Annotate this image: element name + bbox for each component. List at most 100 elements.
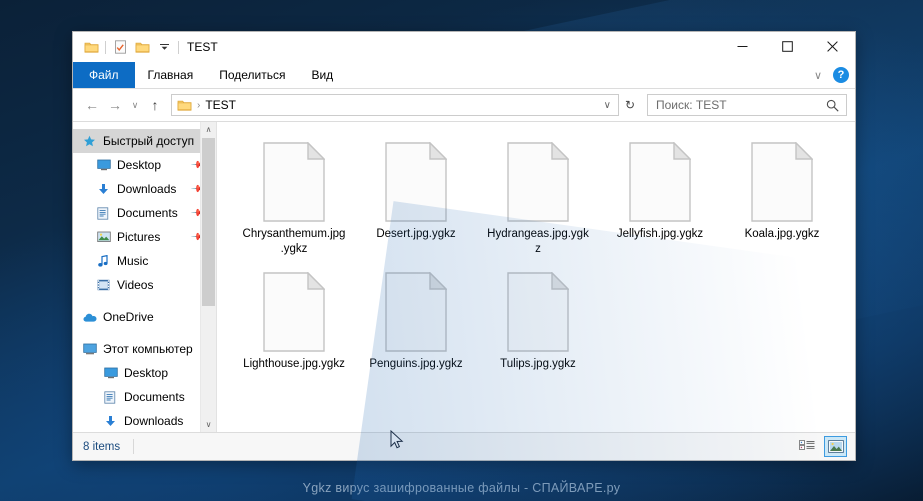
status-bar: 8 items: [73, 432, 855, 460]
refresh-icon[interactable]: ↻: [620, 94, 640, 116]
music-icon: [97, 254, 114, 268]
search-input[interactable]: Поиск: TEST: [648, 98, 826, 112]
up-button[interactable]: ↑: [144, 94, 166, 116]
sidebar-item-label: Desktop: [117, 158, 162, 172]
quick-access-toolbar: [73, 36, 182, 58]
sidebar-item-pc-desktop[interactable]: Desktop: [73, 361, 216, 385]
blank-file-icon: [385, 271, 448, 352]
sidebar-item-music[interactable]: Music: [73, 249, 216, 273]
file-name: Penguins.jpg.ygkz: [369, 358, 463, 370]
tab-view[interactable]: Вид: [298, 62, 346, 88]
sidebar-item-pc-documents[interactable]: Documents: [73, 385, 216, 409]
sidebar-item-quick-access[interactable]: Быстрый доступ: [73, 129, 216, 153]
title-bar: TEST: [73, 32, 855, 62]
file-item[interactable]: Chrysanthemum.jpg.ygkz: [233, 138, 355, 268]
window-title: TEST: [187, 40, 218, 54]
sidebar-item-pc-downloads[interactable]: Downloads: [73, 409, 216, 432]
desktop-background: TEST Файл Главная Поделиться Вид ∨ ? ← →…: [0, 0, 923, 501]
sidebar-item-pictures[interactable]: Pictures 📌: [73, 225, 216, 249]
blank-file-icon: [263, 271, 326, 352]
breadcrumb-current[interactable]: TEST: [205, 98, 236, 112]
sidebar-item-documents[interactable]: Documents 📌: [73, 201, 216, 225]
file-name: Desert.jpg.ygkz: [376, 228, 456, 240]
documents-icon: [104, 390, 121, 404]
desktop-icon: [104, 367, 121, 379]
sidebar-item-label: Этот компьютер: [103, 342, 193, 356]
sidebar-item-downloads[interactable]: Downloads 📌: [73, 177, 216, 201]
computer-icon: [83, 343, 100, 355]
breadcrumb-separator-icon[interactable]: ›: [197, 100, 200, 111]
file-item[interactable]: Koala.jpg.ygkz: [721, 138, 843, 268]
maximize-button[interactable]: [765, 32, 810, 61]
search-box[interactable]: Поиск: TEST: [647, 94, 847, 116]
sidebar-item-label: OneDrive: [103, 310, 154, 324]
sidebar-item-this-pc[interactable]: Этот компьютер: [73, 337, 216, 361]
item-count-label: 8 items: [83, 440, 121, 453]
breadcrumb-dropdown-icon[interactable]: ∨: [599, 100, 616, 111]
scroll-down-icon[interactable]: ∨: [201, 417, 216, 432]
file-item[interactable]: Tulips.jpg.ygkz: [477, 268, 599, 398]
file-item[interactable]: Penguins.jpg.ygkz: [355, 268, 477, 398]
status-divider: [133, 439, 135, 454]
file-item[interactable]: Hydrangeas.jpg.ygkz: [477, 138, 599, 268]
breadcrumb[interactable]: › TEST ∨: [171, 94, 619, 116]
address-bar: ← → ∨ ↑ › TEST ∨ ↻ Поиск: TEST: [73, 89, 855, 121]
view-buttons: [795, 433, 847, 460]
sidebar-item-label: Downloads: [117, 182, 177, 196]
window-controls: [720, 32, 855, 61]
file-name: Tulips.jpg.ygkz: [500, 358, 576, 370]
documents-icon: [97, 206, 114, 220]
file-item[interactable]: Jellyfish.jpg.ygkz: [599, 138, 721, 268]
chevron-down-icon[interactable]: ∨: [811, 69, 825, 82]
close-button[interactable]: [810, 32, 855, 61]
file-explorer-window: TEST Файл Главная Поделиться Вид ∨ ? ← →…: [72, 31, 856, 461]
scroll-up-icon[interactable]: ∧: [201, 122, 216, 137]
file-name: Hydrangeas.jpg.ygkz: [487, 228, 589, 255]
recent-locations-button[interactable]: ∨: [127, 94, 143, 116]
sidebar-item-label: Videos: [117, 278, 154, 292]
sidebar-item-onedrive[interactable]: OneDrive: [73, 305, 216, 329]
minimize-button[interactable]: [720, 32, 765, 61]
large-icons-view-button[interactable]: [824, 436, 847, 457]
tab-share[interactable]: Поделиться: [206, 62, 298, 88]
breadcrumb-folder-icon: [177, 99, 192, 112]
properties-icon[interactable]: [109, 36, 131, 58]
sidebar-item-label: Desktop: [124, 366, 169, 380]
sidebar-item-label: Music: [117, 254, 149, 268]
file-item[interactable]: Lighthouse.jpg.ygkz: [233, 268, 355, 398]
details-view-button[interactable]: [795, 436, 818, 457]
download-icon: [104, 415, 121, 428]
sidebar-item-desktop[interactable]: Desktop 📌: [73, 153, 216, 177]
back-button[interactable]: ←: [81, 94, 103, 116]
sidebar-scrollbar[interactable]: ∧ ∨: [200, 122, 216, 432]
desktop-icon: [97, 159, 114, 171]
window-body: Быстрый доступ Desktop 📌 Downloads 📌 Doc…: [73, 121, 855, 432]
customize-dropdown-icon[interactable]: [153, 36, 175, 58]
toolbar-divider: [105, 40, 106, 54]
folder-icon[interactable]: [80, 36, 102, 58]
file-grid: Chrysanthemum.jpg.ygkz Desert.jpg.ygkz H…: [233, 138, 855, 398]
sidebar-item-label: Documents: [117, 206, 178, 220]
pictures-icon: [97, 231, 114, 243]
sidebar-item-label: Downloads: [124, 414, 184, 428]
sidebar-item-label: Documents: [124, 390, 185, 404]
tab-file[interactable]: Файл: [73, 62, 135, 88]
tab-home[interactable]: Главная: [135, 62, 207, 88]
help-icon[interactable]: ?: [833, 67, 849, 83]
star-icon: [83, 135, 100, 148]
blank-file-icon: [263, 141, 326, 222]
file-list-pane[interactable]: Chrysanthemum.jpg.ygkz Desert.jpg.ygkz H…: [217, 122, 855, 432]
search-icon[interactable]: [826, 99, 846, 112]
blank-file-icon: [507, 271, 570, 352]
forward-button[interactable]: →: [104, 94, 126, 116]
sidebar-item-label: Pictures: [117, 230, 161, 244]
file-item[interactable]: Desert.jpg.ygkz: [355, 138, 477, 268]
scrollbar-thumb[interactable]: [202, 138, 215, 306]
sidebar-item-videos[interactable]: Videos: [73, 273, 216, 297]
blank-file-icon: [629, 141, 692, 222]
new-folder-icon[interactable]: [131, 36, 153, 58]
navigation-pane: Быстрый доступ Desktop 📌 Downloads 📌 Doc…: [73, 122, 217, 432]
cloud-icon: [83, 312, 100, 323]
